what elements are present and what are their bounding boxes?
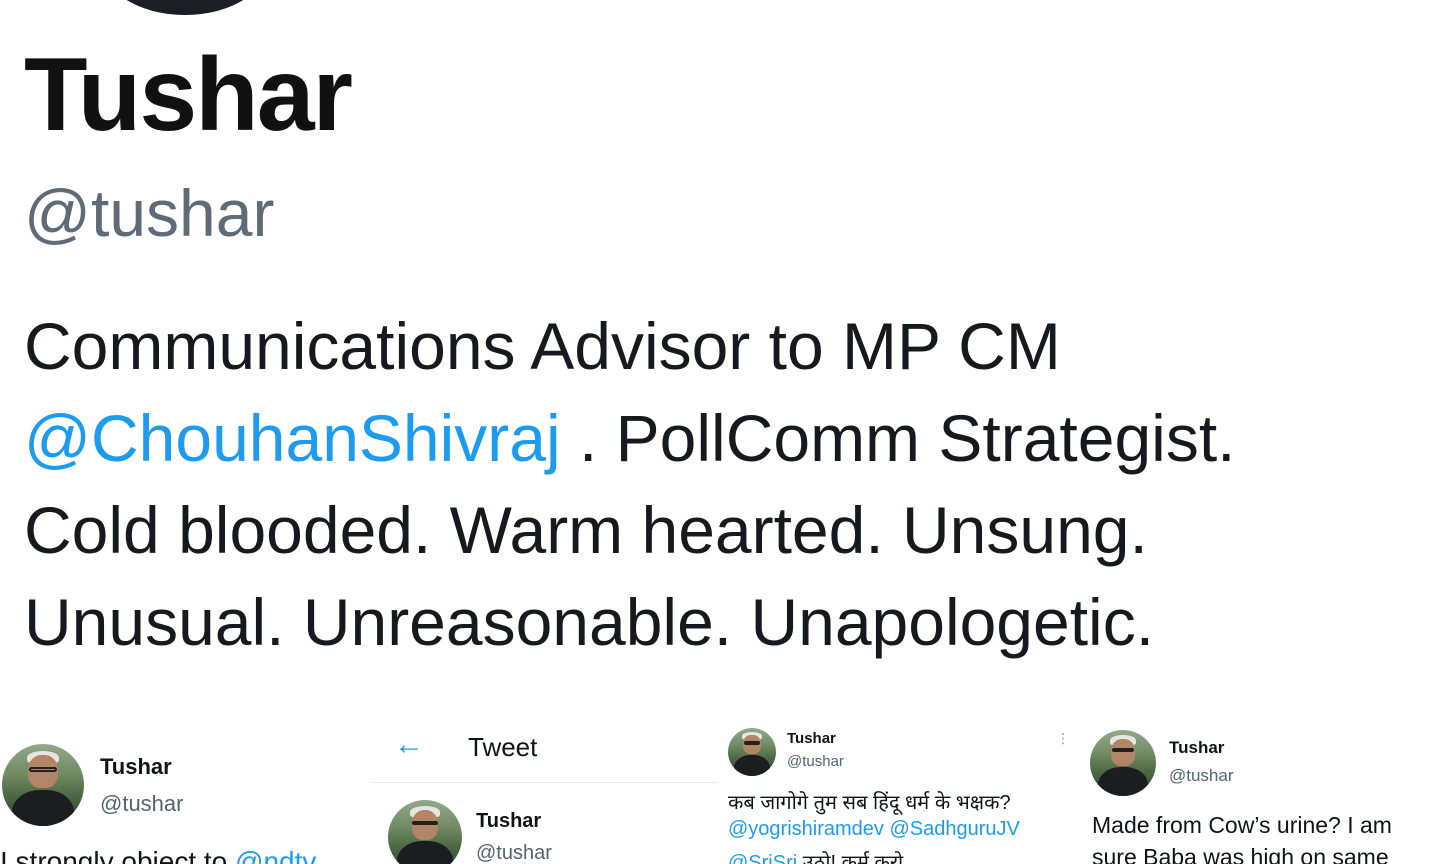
mention-link-3[interactable]: @SriSri: [728, 852, 797, 864]
tweet-header-title: Tweet: [468, 732, 538, 762]
tweet-author-name[interactable]: Tushar: [100, 754, 172, 780]
tweet-avatar[interactable]: [388, 800, 462, 864]
tweet-screenshot-4: Tushar @tushar Made from Cow’s urine? I …: [1080, 712, 1440, 864]
tweet-author-name[interactable]: Tushar: [476, 810, 541, 833]
tweet-avatar[interactable]: [2, 744, 84, 826]
bio-line-1: Communications Advisor to MP CM: [24, 309, 1061, 383]
bio-mention-link[interactable]: @ChouhanShivraj: [24, 401, 561, 475]
bio-line-4: Unusual. Unreasonable. Unapologetic.: [24, 585, 1155, 659]
profile-avatar[interactable]: [100, 0, 270, 15]
profile-bio: Communications Advisor to MP CM @Chouhan…: [24, 300, 1424, 668]
tweet-text-start: I strongly object to: [0, 846, 236, 864]
mention-link-2[interactable]: @SadhguruJV: [889, 818, 1019, 840]
tweet-avatar[interactable]: [1090, 730, 1156, 796]
tweet-screenshot-2: ← Tweet Tushar @tushar: [372, 712, 718, 864]
tweet-text-line-2: sure Baba was high on same: [1092, 844, 1389, 864]
tweet-author-handle[interactable]: @tushar: [476, 842, 552, 864]
tweet-avatar[interactable]: [728, 728, 776, 776]
bio-line-3: Cold blooded. Warm hearted. Unsung.: [24, 493, 1148, 567]
header-divider: [372, 782, 718, 783]
tweet-text-line-1: कब जागोगे तुम सब हिंदू धर्म के भक्षक?: [728, 792, 1011, 814]
profile-name: Tushar: [24, 37, 353, 153]
tweet-author-handle[interactable]: @tushar: [100, 791, 183, 817]
tweet-author-name[interactable]: Tushar: [1169, 738, 1224, 758]
bio-line-2: @ChouhanShivraj . PollComm Strategist.: [24, 392, 1424, 484]
tweet-text: I strongly object to @ndtv: [0, 846, 316, 864]
more-vertical-icon[interactable]: ⋮: [1056, 730, 1070, 747]
tweet-author-handle[interactable]: @tushar: [787, 753, 844, 770]
tweet-screenshot-1: Tushar @tushar I strongly object to @ndt…: [0, 712, 362, 864]
arrow-left-icon[interactable]: ←: [394, 730, 424, 760]
tweet-author-handle[interactable]: @tushar: [1169, 766, 1234, 786]
tweet-text-line-2: @yogrishiramdev @SadhguruJV: [728, 818, 1020, 841]
mention-link-1[interactable]: @yogrishiramdev: [728, 818, 884, 840]
tweet-screenshot-3: Tushar @tushar ⋮ कब जागोगे तुम सब हिंदू …: [720, 712, 1072, 864]
tweet-mention-link[interactable]: @ndtv: [235, 846, 316, 864]
tweet-text-line-3-rest: उठो! कर्म करो: [797, 852, 904, 864]
tweet-text-line-1: Made from Cow’s urine? I am: [1092, 812, 1392, 838]
bio-line-2-rest: . PollComm Strategist.: [560, 401, 1236, 475]
tweet-author-name[interactable]: Tushar: [787, 730, 836, 747]
profile-handle: @tushar: [24, 176, 275, 250]
tweet-text-line-3: @SriSri उठो! कर्म करो: [728, 848, 903, 864]
